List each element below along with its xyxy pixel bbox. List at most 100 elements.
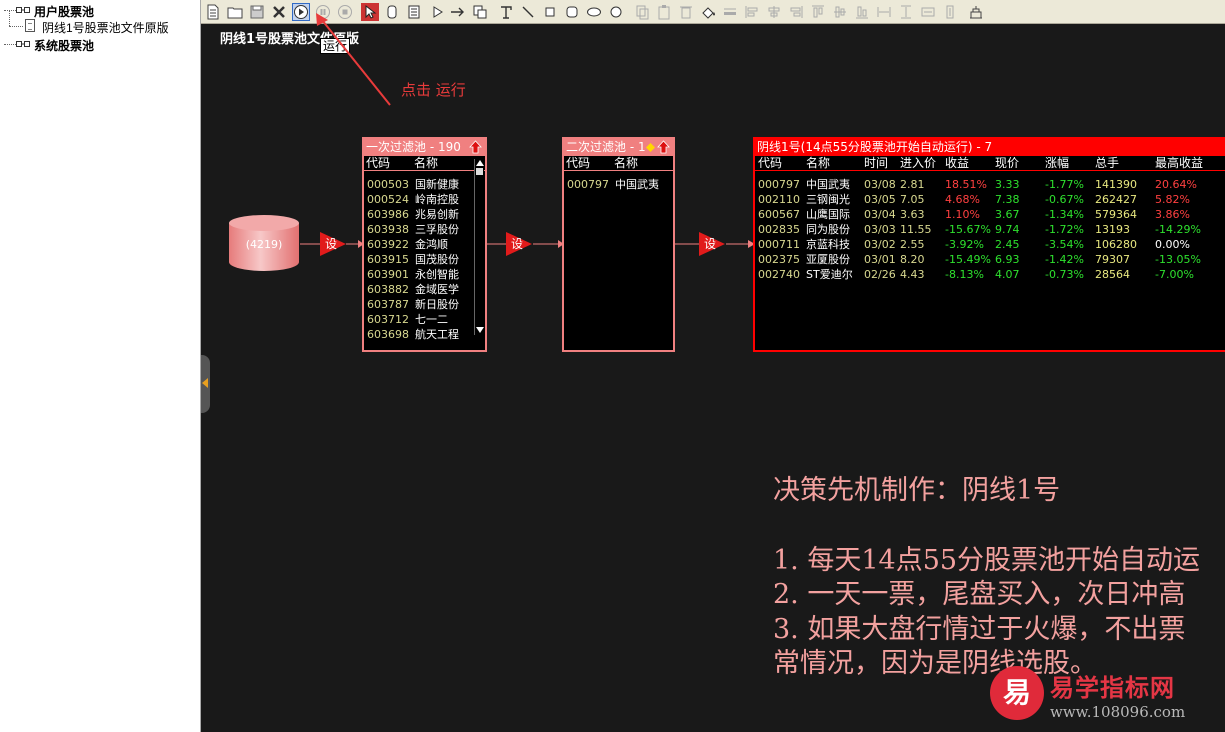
text-icon[interactable]	[497, 3, 515, 21]
yinxian1-result-pool[interactable]: 阴线1号(14点55分股票池开始自动运行) - 7 代码 名称 时间 进入价 收益 现价 涨…	[753, 137, 1225, 352]
table-row[interactable]: 000711 京蓝科技 03/02 2.55 -3.92% 2.45 -3.54% 10628…	[755, 237, 1225, 252]
table-row[interactable]: 002740 ST爱迪尔 02/26 4.43 -8.13% 4.07 -0.73% 2856…	[755, 267, 1225, 282]
pool-scrollbar[interactable]	[474, 159, 484, 335]
new-doc-icon[interactable]	[204, 3, 222, 21]
second-filter-pool[interactable]: 二次过滤池 - 1 代码 名称 000797 中国武夷	[562, 137, 675, 352]
cell-time: 03/05	[864, 193, 896, 206]
cell-code: 002835	[758, 223, 800, 236]
scroll-thumb[interactable]	[476, 168, 483, 175]
first-filter-pool[interactable]: 一次过滤池 - 190 代码 名称 000503 国新健康 000524 岭南控股 60…	[362, 137, 487, 352]
cell-time: 02/26	[864, 268, 896, 281]
upload-arrow-icon[interactable]	[469, 140, 482, 154]
delete-icon[interactable]	[677, 3, 695, 21]
set-node-1[interactable]: 设	[320, 232, 348, 256]
stock-name: 航天工程	[415, 328, 459, 341]
align-bottom-icon[interactable]	[853, 3, 871, 21]
set-node-2[interactable]: 设	[506, 232, 534, 256]
v-spacing-icon[interactable]	[941, 3, 959, 21]
align-middle-icon[interactable]	[831, 3, 849, 21]
list-item[interactable]: 603938 三孚股份	[364, 222, 474, 237]
same-height-icon[interactable]	[897, 3, 915, 21]
cell-code: 600567	[758, 208, 800, 221]
table-row[interactable]: 002110 三钢闽光 03/05 7.05 4.68% 7.38 -0.67% 262427…	[755, 192, 1225, 207]
cell-time: 03/03	[864, 223, 896, 236]
tree-item-user-pool[interactable]: 用户股票池	[34, 3, 94, 20]
pool-column-header: 代码 名称	[564, 156, 673, 171]
cell-entry: 4.43	[900, 268, 925, 281]
list-item[interactable]: 603901 永创智能	[364, 267, 474, 282]
list-item[interactable]: 603915 国茂股份	[364, 252, 474, 267]
square-icon[interactable]	[541, 3, 559, 21]
align-top-icon[interactable]	[809, 3, 827, 21]
cell-name: 京蓝科技	[806, 238, 850, 251]
list-item[interactable]: 603986 兆易创新	[364, 207, 474, 222]
cell-price: 2.45	[995, 238, 1020, 251]
col-header: 现价	[995, 156, 1020, 170]
line-icon[interactable]	[519, 3, 537, 21]
stop-icon[interactable]	[336, 3, 354, 21]
table-row[interactable]: 600567 山鹰国际 03/04 3.63 1.10% 3.67 -1.34% 579364…	[755, 207, 1225, 222]
list-icon[interactable]	[405, 3, 423, 21]
scroll-down-icon[interactable]	[476, 327, 484, 333]
list-item[interactable]: 603787 新日股份	[364, 297, 474, 312]
list-item[interactable]: 000503 国新健康	[364, 177, 474, 192]
align-left-icon[interactable]	[743, 3, 761, 21]
stock-pool-tree: 用户股票池 阴线1号股票池文件原版 系统股票池	[0, 0, 201, 732]
watermark: 易 易学指标网 www.108096.com	[990, 666, 1225, 732]
list-item[interactable]: 000797 中国武夷	[564, 177, 674, 192]
col-header: 时间	[864, 156, 889, 170]
tree-item-pool-file[interactable]: 阴线1号股票池文件原版	[42, 19, 169, 36]
list-item[interactable]: 000524 岭南控股	[364, 192, 474, 207]
same-width-icon[interactable]	[875, 3, 893, 21]
source-count: (4219)	[245, 238, 283, 251]
pool-column-header: 代码 名称 时间 进入价 收益 现价 涨幅 总手 最高收益	[755, 156, 1225, 171]
same-size-icon[interactable]	[919, 3, 937, 21]
ellipse-icon[interactable]	[585, 3, 603, 21]
align-center-icon[interactable]	[765, 3, 783, 21]
rounded-rect-icon[interactable]	[383, 3, 401, 21]
close-x-icon[interactable]	[270, 3, 288, 21]
table-row[interactable]: 002835 同为股份 03/03 11.55 -15.67% 9.74 -1.72% 131…	[755, 222, 1225, 237]
stock-code: 603712	[367, 313, 409, 326]
cell-entry: 11.55	[900, 223, 932, 236]
copy-icon[interactable]	[633, 3, 651, 21]
cell-name: 山鹰国际	[806, 208, 850, 221]
cell-time: 03/08	[864, 178, 896, 191]
stock-name: 国新健康	[415, 178, 459, 191]
align-right-icon[interactable]	[787, 3, 805, 21]
grid-icon[interactable]	[967, 3, 985, 21]
list-item[interactable]: 603922 金鸿顺	[364, 237, 474, 252]
triangle-icon[interactable]	[429, 3, 447, 21]
line-style-icon[interactable]	[721, 3, 739, 21]
table-row[interactable]: 002375 亚厦股份 03/01 8.20 -15.49% 6.93 -1.42% 7930…	[755, 252, 1225, 267]
fill-icon[interactable]	[699, 3, 717, 21]
circle-icon[interactable]	[607, 3, 625, 21]
upload-arrow-icon[interactable]	[657, 140, 670, 154]
cell-max-gain: -14.29%	[1155, 223, 1201, 236]
copy-window-icon[interactable]	[471, 3, 489, 21]
list-item[interactable]: 603698 航天工程	[364, 327, 474, 342]
save-icon[interactable]	[248, 3, 266, 21]
list-item[interactable]: 603882 金域医学	[364, 282, 474, 297]
col-header: 代码	[758, 156, 783, 170]
table-row[interactable]: 000797 中国武夷 03/08 2.81 18.51% 3.33 -1.77% 14139…	[755, 177, 1225, 192]
tree-item-system-pool[interactable]: 系统股票池	[34, 37, 94, 54]
stock-code: 603986	[367, 208, 409, 221]
list-item[interactable]: 603712 七一二	[364, 312, 474, 327]
cell-name: 中国武夷	[806, 178, 850, 191]
cell-volume: 79307	[1095, 253, 1130, 266]
open-folder-icon[interactable]	[226, 3, 244, 21]
cell-change: -1.42%	[1045, 253, 1084, 266]
rounded-square-icon[interactable]	[563, 3, 581, 21]
panel-splitter-handle[interactable]	[201, 355, 210, 413]
arrow-icon[interactable]	[449, 3, 467, 21]
pointer-icon[interactable]	[361, 3, 379, 21]
set-node-3[interactable]: 设	[699, 232, 727, 256]
run-icon[interactable]	[292, 3, 310, 21]
paste-icon[interactable]	[655, 3, 673, 21]
cell-change: -1.34%	[1045, 208, 1084, 221]
pause-icon[interactable]	[314, 3, 332, 21]
watermark-badge: 易	[990, 666, 1044, 720]
cell-time: 03/04	[864, 208, 896, 221]
scroll-up-icon[interactable]	[476, 160, 484, 166]
